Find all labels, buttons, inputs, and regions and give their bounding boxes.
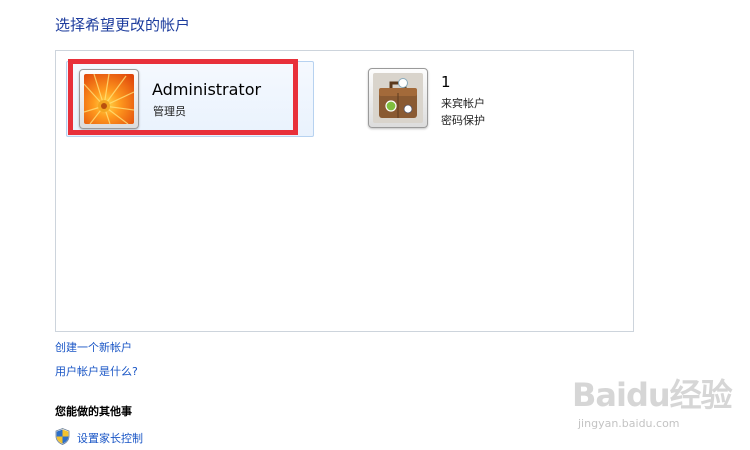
create-account-link[interactable]: 创建一个新帐户 — [55, 339, 132, 355]
baidu-watermark: Baidu经验 jingyan.baidu.com — [572, 370, 742, 432]
uac-shield-icon — [55, 428, 70, 445]
account-name: 1 — [441, 73, 451, 91]
what-is-account-link[interactable]: 用户帐户是什么? — [55, 363, 138, 379]
page-title: 选择希望更改的帐户 — [55, 16, 191, 34]
account-tile-guest[interactable]: 1 来宾帐户 密码保护 — [366, 61, 596, 137]
password-status: 密码保护 — [441, 114, 485, 127]
briefcase-avatar-icon — [368, 68, 428, 128]
account-type: 管理员 — [153, 105, 186, 118]
account-tile-administrator[interactable]: Administrator 管理员 — [66, 61, 314, 137]
accounts-panel: Administrator 管理员 1 来宾帐户 密码保护 — [55, 50, 634, 332]
parental-controls-label: 设置家长控制 — [77, 432, 143, 445]
account-name: Administrator — [152, 80, 262, 99]
watermark-logo: Baidu经验 — [572, 376, 733, 414]
watermark-url: jingyan.baidu.com — [578, 417, 680, 430]
account-type: 来宾帐户 — [441, 97, 485, 110]
flower-avatar-icon — [79, 69, 139, 129]
other-tasks-heading: 您能做的其他事 — [55, 405, 132, 418]
